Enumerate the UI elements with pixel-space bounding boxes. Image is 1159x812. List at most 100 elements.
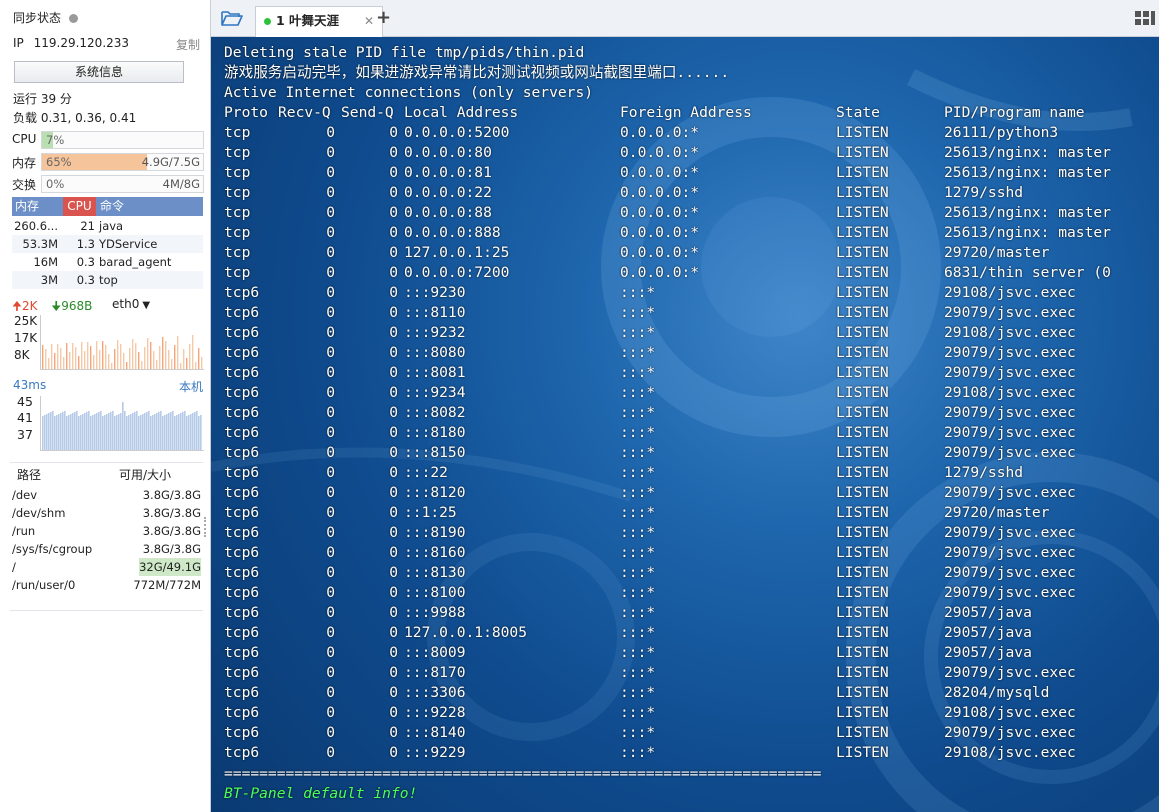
- row-state: LISTEN: [836, 744, 889, 761]
- ping-latency-bar: [108, 413, 110, 450]
- ping-latency-graph: [40, 396, 204, 451]
- network-traffic-bar: [177, 336, 179, 369]
- row-pid: 25613/nginx: master: [944, 224, 1111, 241]
- netstat-row: tcp 0 0 0.0.0.0:81 0.0.0.0:* LISTEN 25613/ngin…: [224, 163, 1144, 183]
- ping-latency-bar: [60, 413, 62, 450]
- sidebar: 同步状态 IP 119.29.120.233 复制 系统信息 运行 39 分 负…: [0, 0, 211, 812]
- row-state: LISTEN: [836, 144, 889, 161]
- network-traffic-bar: [120, 344, 122, 369]
- row-local: :::8120: [404, 484, 466, 501]
- row-recvq: 0: [326, 224, 335, 241]
- copy-ip-link[interactable]: 复制: [176, 36, 200, 53]
- row-local: :::9229: [404, 744, 466, 761]
- network-traffic-bar: [66, 343, 68, 369]
- row-state: LISTEN: [836, 584, 889, 601]
- terminal-output[interactable]: Deleting stale PID file tmp/pids/thin.pi…: [211, 37, 1159, 812]
- ping-latency-bar: [160, 411, 162, 450]
- plus-icon[interactable]: +: [376, 7, 391, 28]
- network-traffic-bar: [117, 340, 119, 369]
- row-pid: 29057/java: [944, 624, 1032, 641]
- row-sendq: 0: [389, 164, 398, 181]
- process-row[interactable]: 3M 0.3 top: [12, 271, 203, 289]
- folder-open-icon[interactable]: [221, 9, 243, 27]
- row-pid: 29079/jsvc.exec: [944, 364, 1076, 381]
- row-pid: 25613/nginx: master: [944, 164, 1111, 181]
- mem-value: 65%: [46, 155, 72, 169]
- row-sendq: 0: [389, 664, 398, 681]
- network-traffic-bar: [108, 354, 110, 369]
- netstat-row: tcp 0 0 0.0.0.0:80 0.0.0.0:* LISTEN 25613/ngin…: [224, 143, 1144, 163]
- row-sendq: 0: [389, 524, 398, 541]
- tab-session-1[interactable]: 1 叶舞天涯 ✕: [255, 6, 383, 37]
- sidebar-resize-handle[interactable]: [204, 517, 208, 537]
- ping-latency-bar: [98, 412, 100, 450]
- network-traffic-bar: [96, 341, 98, 369]
- process-row[interactable]: 16M 0.3 barad_agent: [12, 253, 203, 271]
- disk-row[interactable]: / 32G/49.1G: [12, 558, 203, 576]
- row-recvq: 0: [326, 644, 335, 661]
- network-traffic-bar: [198, 348, 200, 369]
- row-proto: tcp: [224, 184, 251, 201]
- disk-row[interactable]: /dev 3.8G/3.8G: [12, 486, 203, 504]
- terminal-line: 游戏服务启动完毕，如果进游戏异常请比对测试视频或网站截图里端口......: [224, 64, 730, 81]
- row-sendq: 0: [389, 284, 398, 301]
- network-traffic-bar: [90, 346, 92, 369]
- grid-layout-icon[interactable]: [1135, 11, 1155, 25]
- netstat-row: tcp6 0 0:::8170:::* LISTEN 29079/jsvc.exec: [224, 663, 1144, 683]
- iface-select[interactable]: eth0 ▼: [112, 297, 150, 311]
- row-local: :::8190: [404, 524, 466, 541]
- close-icon[interactable]: ✕: [364, 7, 374, 35]
- row-recvq: 0: [326, 704, 335, 721]
- upload-rate: 2K: [21, 299, 38, 313]
- ping-latency-bar: [148, 411, 150, 450]
- proc-mem: 53.3M: [22, 237, 58, 251]
- ping-latency-bar: [140, 415, 142, 450]
- network-traffic-bar: [78, 356, 80, 369]
- ping-latency-bar: [122, 402, 124, 450]
- ip-value: 119.29.120.233: [33, 36, 130, 50]
- terminal-line: Active Internet connections (only server…: [224, 84, 594, 101]
- network-traffic-bar: [189, 344, 191, 369]
- proc-header-cpu[interactable]: CPU: [63, 197, 96, 216]
- row-proto: tcp6: [224, 284, 260, 301]
- row-proto: tcp6: [224, 304, 260, 321]
- ping-latency-bar: [154, 414, 156, 450]
- netstat-row: tcp6 0 0:::8009:::* LISTEN 29057/java: [224, 643, 1144, 663]
- proc-header-cmd[interactable]: 命令: [100, 197, 124, 216]
- process-row[interactable]: 260.6... 21 java: [12, 217, 203, 235]
- netstat-row: tcp6 0 0:::8100:::* LISTEN 29079/jsvc.exec: [224, 583, 1144, 603]
- system-info-button[interactable]: 系统信息: [14, 61, 184, 83]
- ping-latency-bar: [100, 411, 102, 450]
- row-foreign: :::*: [620, 604, 656, 621]
- disk-row[interactable]: /run/user/0 772M/772M: [12, 576, 203, 594]
- row-local: :::8110: [404, 304, 466, 321]
- row-recvq: 0: [326, 284, 335, 301]
- disk-row[interactable]: /run 3.8G/3.8G: [12, 522, 203, 540]
- disk-row[interactable]: /sys/fs/cgroup 3.8G/3.8G: [12, 540, 203, 558]
- row-local: :::8160: [404, 544, 466, 561]
- row-recvq: 0: [326, 404, 335, 421]
- row-pid: 28204/mysqld: [944, 684, 1050, 701]
- ping-latency-bar: [52, 411, 54, 450]
- row-state: LISTEN: [836, 644, 889, 661]
- proc-header-mem[interactable]: 内存: [15, 197, 39, 216]
- network-traffic-bar: [159, 346, 161, 369]
- row-foreign: 0.0.0.0:*: [620, 244, 700, 261]
- caret-down-icon: ▼: [142, 300, 151, 311]
- network-traffic-bar: [195, 362, 197, 369]
- row-pid: 1279/sshd: [944, 184, 1024, 201]
- ping-latency-bar: [72, 413, 74, 450]
- ping-latency-bar: [180, 413, 182, 450]
- ping-latency-bar: [46, 414, 48, 450]
- row-sendq: 0: [389, 124, 398, 141]
- ping-latency-bar: [186, 416, 188, 450]
- netstat-row: tcp6 0 0:::9232:::* LISTEN 29108/jsvc.exec: [224, 323, 1144, 343]
- ping-latency-bar: [152, 415, 154, 450]
- ping-tick-top: 45: [17, 394, 33, 409]
- sync-status[interactable]: 同步状态: [13, 9, 79, 26]
- netstat-row: tcp6 0 0:::8160:::* LISTEN 29079/jsvc.exec: [224, 543, 1144, 563]
- process-row[interactable]: 53.3M 1.3 YDService: [12, 235, 203, 253]
- row-sendq: 0: [389, 624, 398, 641]
- disk-row[interactable]: /dev/shm 3.8G/3.8G: [12, 504, 203, 522]
- row-proto: tcp: [224, 224, 251, 241]
